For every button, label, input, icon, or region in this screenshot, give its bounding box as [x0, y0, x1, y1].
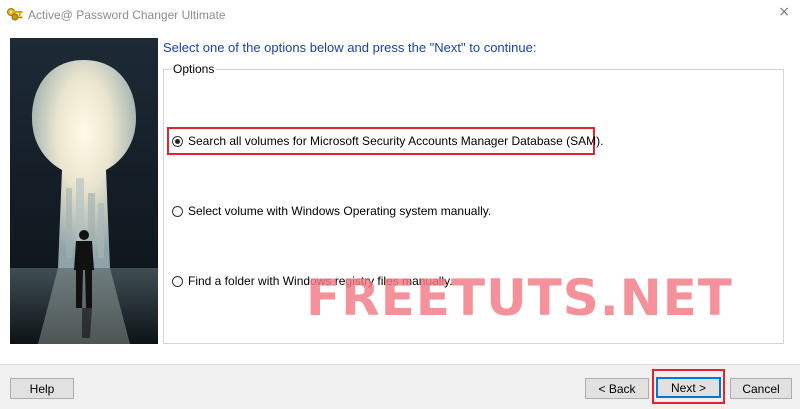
option-label: Select volume with Windows Operating sys…: [188, 204, 492, 218]
cancel-button[interactable]: Cancel: [730, 378, 792, 399]
option-label: Search all volumes for Microsoft Securit…: [188, 134, 604, 148]
close-icon[interactable]: ×: [778, 4, 790, 20]
instruction-heading: Select one of the options below and pres…: [163, 40, 537, 55]
keyhole-man-illustration: [10, 38, 158, 344]
keys-icon: [7, 8, 23, 21]
watermark-text: FREETUTS.NET: [306, 269, 733, 327]
radio-button-selected[interactable]: [172, 135, 183, 147]
help-button[interactable]: Help: [10, 378, 74, 399]
radio-button[interactable]: [172, 205, 183, 217]
window-title: Active@ Password Changer Ultimate: [28, 8, 226, 22]
options-group-label: Options: [171, 62, 217, 76]
option-search-all-volumes[interactable]: Search all volumes for Microsoft Securit…: [172, 134, 604, 148]
option-select-volume-manually[interactable]: Select volume with Windows Operating sys…: [172, 204, 491, 218]
next-button[interactable]: Next >: [656, 377, 721, 398]
title-bar: Active@ Password Changer Ultimate ×: [0, 0, 800, 30]
radio-button[interactable]: [172, 275, 183, 287]
footer-divider: [0, 364, 800, 365]
back-button[interactable]: < Back: [585, 378, 649, 399]
